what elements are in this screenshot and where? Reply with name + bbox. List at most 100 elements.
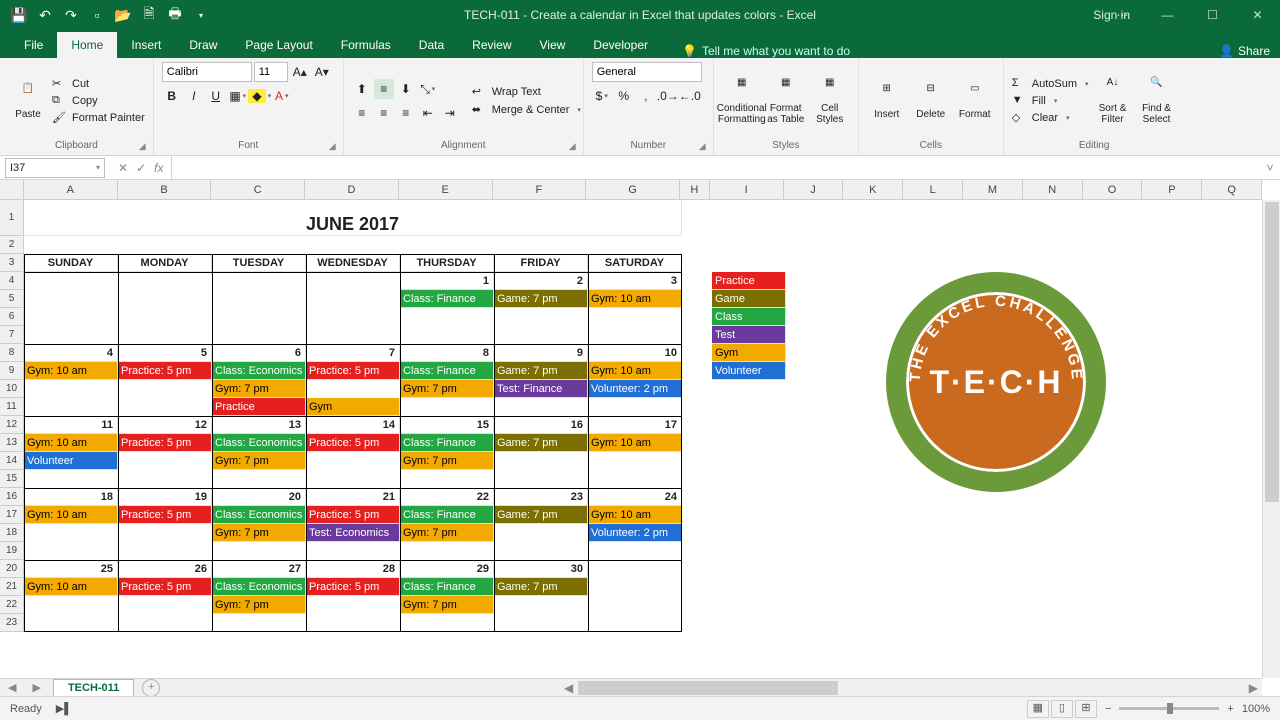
share-button[interactable]: 👤 Share (1219, 44, 1270, 58)
normal-view-button[interactable]: ▦ (1027, 700, 1049, 718)
hscroll-thumb[interactable] (578, 681, 838, 695)
cell-F21[interactable]: Game: 7 pm (494, 578, 588, 596)
autosum-button[interactable]: ΣAutoSum (1012, 77, 1089, 91)
tab-data[interactable]: Data (405, 32, 458, 58)
cell-D12[interactable]: 14 (306, 416, 400, 434)
col-header-Q[interactable]: Q (1202, 180, 1262, 200)
row-header-20[interactable]: 20 (0, 560, 24, 578)
cell-E20[interactable]: 29 (400, 560, 494, 578)
bold-button[interactable]: B (162, 86, 182, 106)
orientation-button[interactable]: ⤡ (418, 79, 438, 99)
sort-filter-button[interactable]: A↓Sort & Filter (1093, 62, 1133, 140)
cell-C8[interactable]: 6 (212, 344, 306, 362)
zoom-in-button[interactable]: + (1227, 703, 1233, 715)
wrap-text-button[interactable]: ↩Wrap Text (472, 85, 581, 99)
increase-font-button[interactable]: A▴ (290, 62, 310, 82)
cell-F9[interactable]: Game: 7 pm (494, 362, 588, 380)
font-name-select[interactable] (162, 62, 252, 82)
tell-me[interactable]: 💡 Tell me what you want to do (682, 44, 850, 58)
cell-I6[interactable]: Class (712, 308, 786, 326)
cell-C18[interactable]: Gym: 7 pm (212, 524, 306, 542)
cell-C17[interactable]: Class: Economics (212, 506, 306, 524)
increase-indent-button[interactable]: ⇥ (440, 103, 460, 123)
fx-icon[interactable]: fx (154, 161, 163, 175)
add-sheet-button[interactable]: + (142, 679, 160, 697)
cell-G16[interactable]: 24 (588, 488, 682, 506)
cell-C13[interactable]: Class: Economics (212, 434, 306, 452)
row-header-9[interactable]: 9 (0, 362, 24, 380)
cell-G10[interactable]: Volunteer: 2 pm (588, 380, 682, 398)
tab-developer[interactable]: Developer (579, 32, 662, 58)
cell-A12[interactable]: 11 (24, 416, 118, 434)
percent-format-button[interactable]: % (614, 86, 634, 106)
col-header-H[interactable]: H (680, 180, 710, 200)
col-header-D[interactable]: D (305, 180, 399, 200)
font-launcher-icon[interactable]: ◢ (329, 141, 341, 153)
cell-G5[interactable]: Gym: 10 am (588, 290, 682, 308)
scroll-right-icon[interactable]: ▶ (1249, 681, 1258, 695)
tab-view[interactable]: View (526, 32, 580, 58)
cell-D11[interactable]: Gym (306, 398, 400, 416)
row-header-23[interactable]: 23 (0, 614, 24, 632)
row-header-12[interactable]: 12 (0, 416, 24, 434)
cell-B17[interactable]: Practice: 5 pm (118, 506, 212, 524)
cell-styles-button[interactable]: ▦Cell Styles (810, 62, 850, 140)
expand-formula-bar-icon[interactable]: ˅ (1260, 161, 1280, 175)
cell-E9[interactable]: Class: Finance (400, 362, 494, 380)
vertical-scrollbar[interactable] (1262, 200, 1280, 678)
align-right-button[interactable]: ≡ (396, 103, 416, 123)
align-center-button[interactable]: ≡ (374, 103, 394, 123)
cell-A21[interactable]: Gym: 10 am (24, 578, 118, 596)
enter-formula-icon[interactable]: ✓ (136, 161, 146, 175)
underline-button[interactable]: U (206, 86, 226, 106)
cell-D21[interactable]: Practice: 5 pm (306, 578, 400, 596)
cell-F10[interactable]: Test: Finance (494, 380, 588, 398)
format-as-table-button[interactable]: ▦Format as Table (766, 62, 806, 140)
row-header-16[interactable]: 16 (0, 488, 24, 506)
row-header-14[interactable]: 14 (0, 452, 24, 470)
col-header-N[interactable]: N (1023, 180, 1083, 200)
increase-decimal-button[interactable]: .0→ (658, 86, 678, 106)
preview-icon[interactable]: 🗎 (140, 6, 158, 24)
row-header-15[interactable]: 15 (0, 470, 24, 488)
italic-button[interactable]: I (184, 86, 204, 106)
cell-C20[interactable]: 27 (212, 560, 306, 578)
tab-home[interactable]: Home (57, 32, 117, 58)
row-header-19[interactable]: 19 (0, 542, 24, 560)
cell-I8[interactable]: Gym (712, 344, 786, 362)
col-header-O[interactable]: O (1083, 180, 1143, 200)
cell-E4[interactable]: 1 (400, 272, 494, 290)
cell-C3[interactable]: TUESDAY (212, 254, 306, 272)
cell-G13[interactable]: Gym: 10 am (588, 434, 682, 452)
cell-A14[interactable]: Volunteer (24, 452, 118, 470)
cell-E16[interactable]: 22 (400, 488, 494, 506)
cell-D18[interactable]: Test: Economics (306, 524, 400, 542)
row-header-22[interactable]: 22 (0, 596, 24, 614)
col-header-J[interactable]: J (784, 180, 844, 200)
cell-D9[interactable]: Practice: 5 pm (306, 362, 400, 380)
paste-button[interactable]: 📋 Paste (8, 62, 48, 140)
ribbon-options-icon[interactable]: ⋯ (1100, 0, 1145, 30)
cell-E10[interactable]: Gym: 7 pm (400, 380, 494, 398)
align-bottom-button[interactable]: ⬇ (396, 79, 416, 99)
cell-B3[interactable]: MONDAY (118, 254, 212, 272)
cut-button[interactable]: ✂Cut (52, 77, 145, 91)
cell-F3[interactable]: FRIDAY (494, 254, 588, 272)
border-button[interactable]: ▦ (228, 86, 248, 106)
row-header-18[interactable]: 18 (0, 524, 24, 542)
col-header-P[interactable]: P (1142, 180, 1202, 200)
row-header-10[interactable]: 10 (0, 380, 24, 398)
page-layout-view-button[interactable]: ▯ (1051, 700, 1073, 718)
cell-B20[interactable]: 26 (118, 560, 212, 578)
fill-color-button[interactable]: ◆ (250, 86, 270, 106)
cell-D16[interactable]: 21 (306, 488, 400, 506)
cell-E14[interactable]: Gym: 7 pm (400, 452, 494, 470)
col-header-M[interactable]: M (963, 180, 1023, 200)
alignment-launcher-icon[interactable]: ◢ (569, 141, 581, 153)
col-header-I[interactable]: I (710, 180, 784, 200)
col-header-A[interactable]: A (24, 180, 118, 200)
cell-I9[interactable]: Volunteer (712, 362, 786, 380)
cell-E21[interactable]: Class: Finance (400, 578, 494, 596)
column-headers[interactable]: ABCDEFGHIJKLMNOPQ (24, 180, 1262, 200)
row-headers[interactable]: 1234567891011121314151617181920212223 (0, 200, 24, 632)
